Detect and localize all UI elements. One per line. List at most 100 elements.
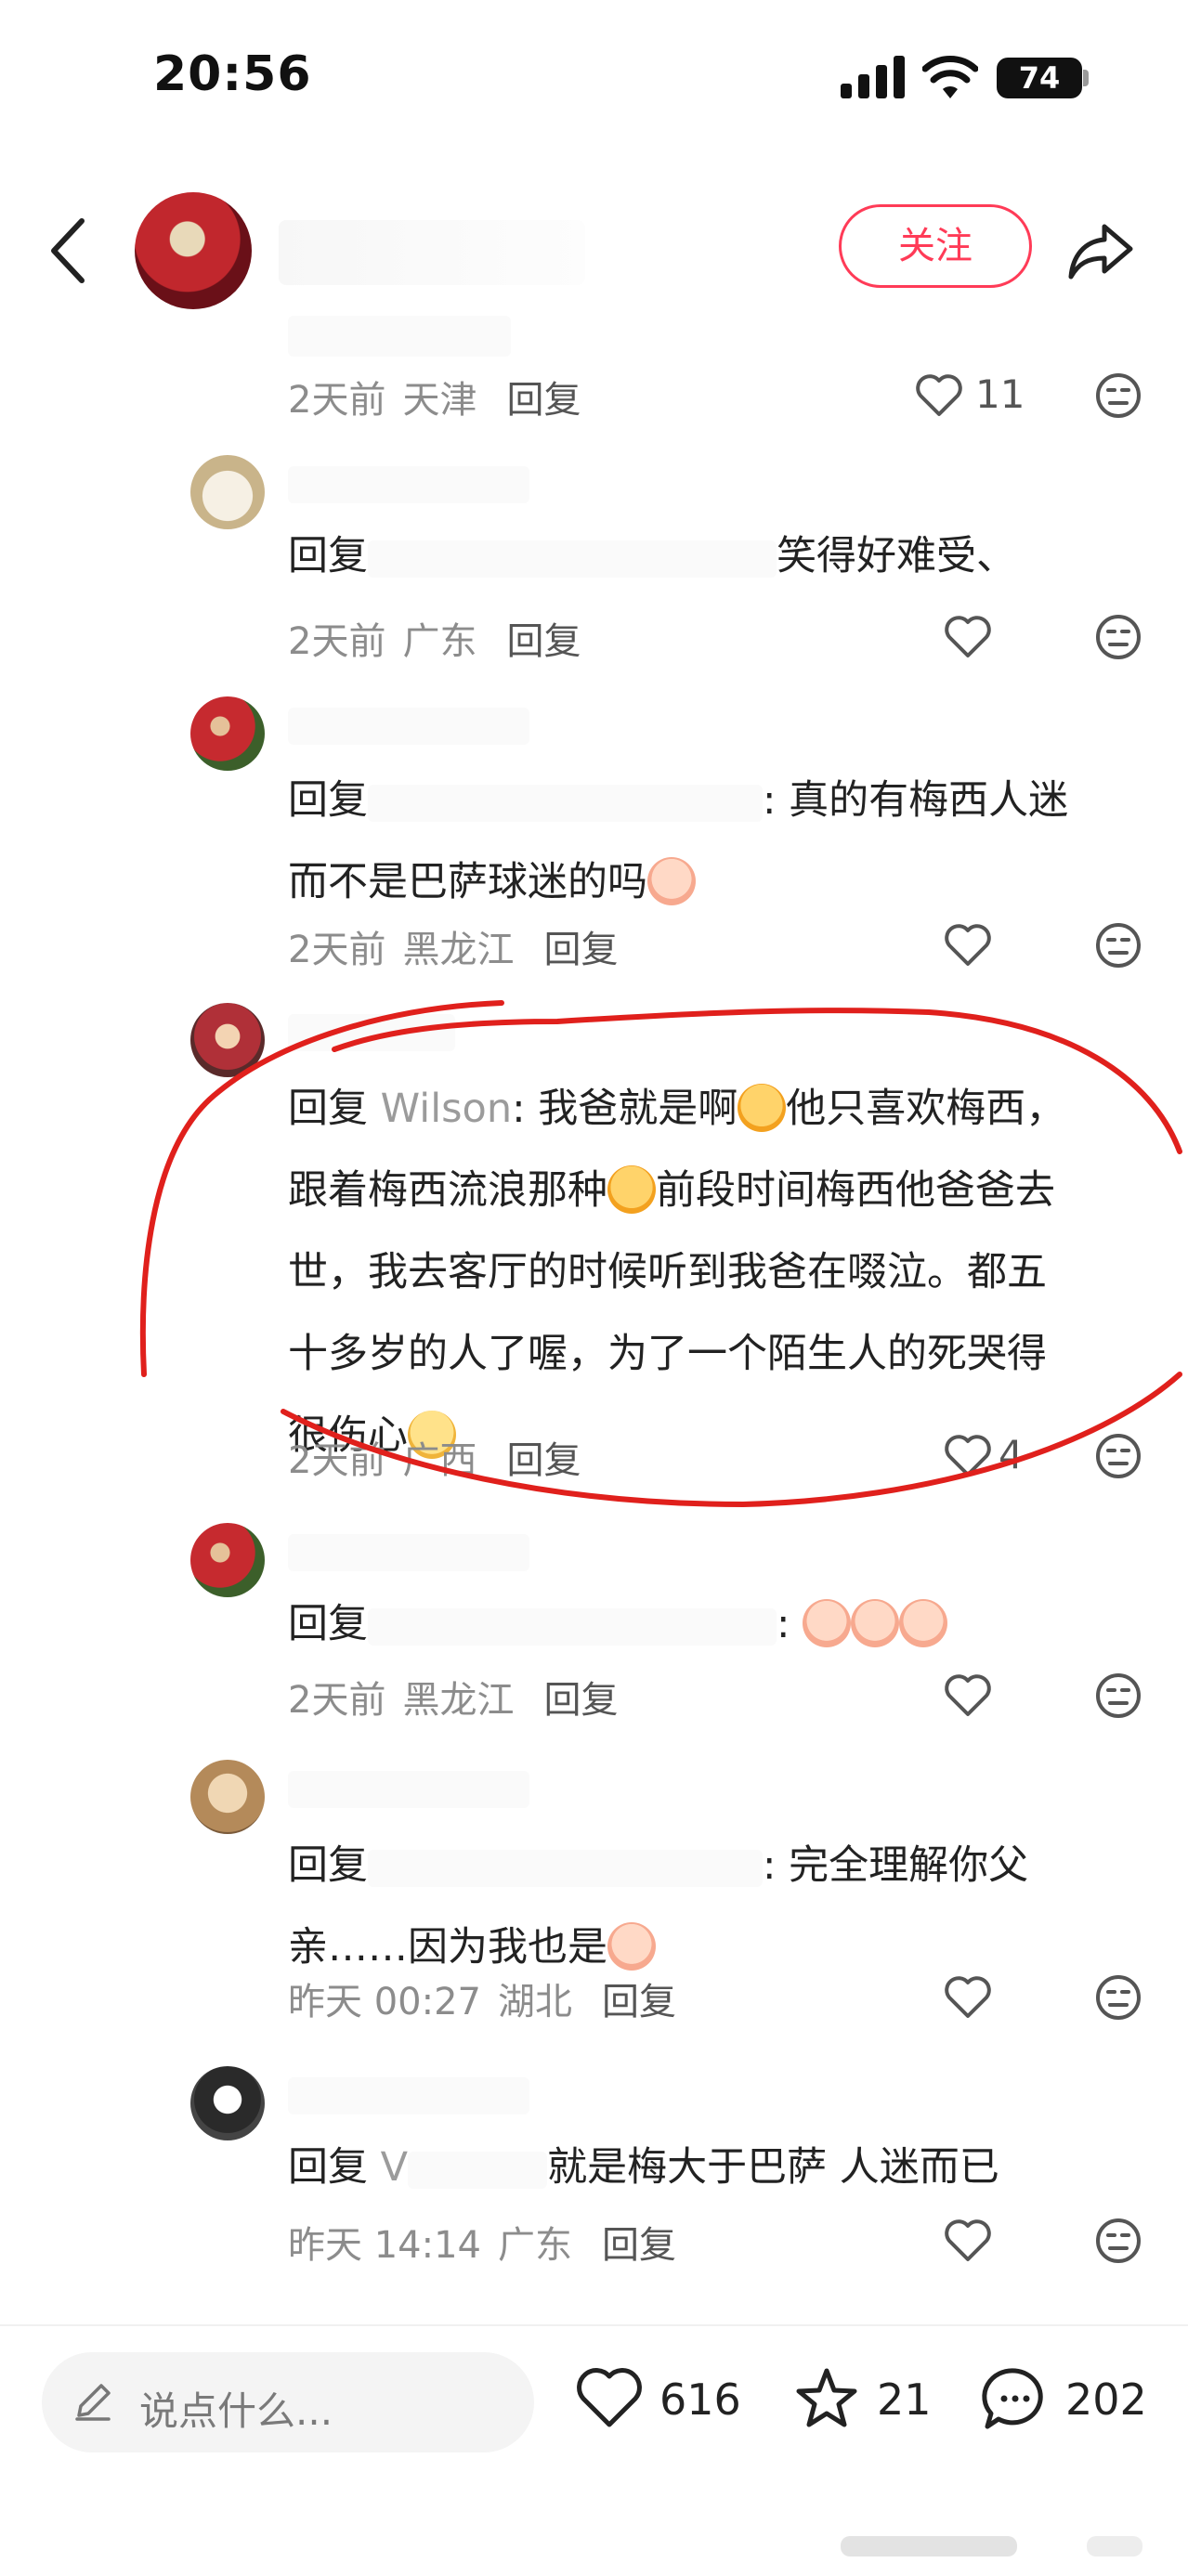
- comment-text: 回复 V 就是梅大于巴萨 人迷而已: [288, 2127, 1124, 2208]
- colon: :: [763, 1842, 790, 1889]
- reply-prefix: 回复: [288, 2144, 368, 2191]
- commenter-avatar[interactable]: [190, 455, 265, 529]
- crying-emoji-icon: [803, 1598, 852, 1647]
- comment-location: 黑龙江: [402, 1679, 515, 1722]
- reply-target-obscured: [408, 2151, 548, 2189]
- reply-prefix: 回复: [288, 777, 368, 824]
- laughing-emoji-icon: [607, 1164, 656, 1214]
- commenter-avatar[interactable]: [190, 1760, 265, 1834]
- reply-button[interactable]: 回复: [602, 2224, 676, 2267]
- battery-indicator: 74: [997, 58, 1082, 98]
- heart-icon[interactable]: [944, 2218, 992, 2263]
- heart-icon[interactable]: [944, 923, 992, 968]
- reply-button[interactable]: 回复: [506, 379, 581, 422]
- heart-icon[interactable]: [915, 373, 963, 418]
- reply-button[interactable]: 回复: [506, 1439, 581, 1482]
- star-stat[interactable]: 21: [791, 2363, 932, 2438]
- comment-body-line2a: 跟着梅西流浪那种: [288, 1167, 607, 1214]
- dislike-face-icon[interactable]: [1094, 371, 1142, 420]
- comment-meta: 2天前 黑龙江 回复: [288, 1670, 634, 1724]
- comment-item-highlighted: 回复 Wilson: 我爸就是啊 他只喜欢梅西， 跟着梅西流浪那种 前段时间梅西他爸…: [0, 1003, 1188, 1504]
- commenter-avatar[interactable]: [190, 1523, 265, 1597]
- comment-body: 完全理解你父: [789, 1842, 1029, 1889]
- comment-input-placeholder: 说点什么...: [139, 2388, 333, 2434]
- back-arrow-icon[interactable]: [45, 214, 91, 288]
- crying-emoji-icon: [607, 1921, 656, 1971]
- star-icon[interactable]: [791, 2363, 862, 2434]
- comment-meta: 2天前 广东 回复: [288, 611, 597, 665]
- reply-prefix: 回复: [288, 1842, 368, 1889]
- comment-date: 昨天 14:14: [288, 2224, 481, 2267]
- comment-input[interactable]: 说点什么...: [42, 2352, 534, 2452]
- dislike-face-icon[interactable]: [1094, 2217, 1142, 2265]
- comment-body-line3: 世，我去客厅的时候听到我爸在啜泣。都五: [288, 1249, 1047, 1295]
- comment-date: 2天前: [288, 1439, 386, 1482]
- author-avatar[interactable]: [135, 192, 252, 309]
- comment-date: 2天前: [288, 1679, 386, 1722]
- reply-target[interactable]: Wilson: [381, 1086, 512, 1132]
- bottom-divider: [0, 2324, 1188, 2326]
- home-indicator: [841, 2536, 1017, 2556]
- share-icon[interactable]: [1064, 214, 1138, 288]
- reply-target-obscured: [368, 784, 763, 822]
- like-stat[interactable]: 616: [574, 2363, 741, 2438]
- comment-body-line2: 而不是巴萨球迷的吗: [288, 859, 647, 905]
- commenter-avatar[interactable]: [190, 1003, 265, 1077]
- comment-body-line4: 十多岁的人了喔，为了一个陌生人的死哭得: [288, 1331, 1047, 1377]
- commenter-name-obscured[interactable]: [288, 708, 529, 745]
- comment-date: 2天前: [288, 379, 386, 422]
- reply-button[interactable]: 回复: [506, 620, 581, 663]
- heart-icon[interactable]: [574, 2363, 645, 2434]
- commenter-name-obscured[interactable]: [288, 1534, 529, 1571]
- dislike-face-icon[interactable]: [1094, 1973, 1142, 2022]
- laughing-emoji-icon: [738, 1083, 787, 1132]
- comment-item: 回复 V 就是梅大于巴萨 人迷而已 昨天 14:14 广东 回复: [0, 2066, 1188, 2289]
- heart-icon[interactable]: [944, 1434, 992, 1478]
- heart-icon[interactable]: [944, 1975, 992, 2020]
- commenter-name-obscured[interactable]: [288, 1771, 529, 1808]
- commenter-name-obscured[interactable]: [288, 2077, 529, 2114]
- comment-item: 回复: 完全理解你父 亲……因为我也是 昨天 00:27 湖北 回复: [0, 1760, 1188, 2038]
- commenter-name-obscured[interactable]: [288, 1014, 455, 1051]
- reply-prefix: 回复: [288, 1086, 368, 1132]
- follow-button[interactable]: 关注: [839, 204, 1032, 288]
- comment-total: 202: [1065, 2374, 1147, 2425]
- status-bar: 20:56 74: [0, 0, 1188, 163]
- comment-item: 回复 笑得好难受、 2天前 广东 回复: [0, 455, 1188, 669]
- comment-stat[interactable]: 202: [980, 2363, 1166, 2438]
- colon: :: [777, 1601, 803, 1647]
- comment-date: 昨天 00:27: [288, 1981, 481, 2023]
- commenter-name-obscured[interactable]: [288, 466, 529, 503]
- reply-button[interactable]: 回复: [602, 1981, 676, 2023]
- dislike-face-icon[interactable]: [1094, 613, 1142, 661]
- heart-icon[interactable]: [944, 1673, 992, 1718]
- crying-emoji-icon: [851, 1598, 900, 1647]
- comment-item: 2天前 天津 回复 11: [0, 297, 1188, 436]
- comment-text: 回复: 真的有梅西人迷 而不是巴萨球迷的吗: [288, 760, 1124, 923]
- dislike-face-icon[interactable]: [1094, 921, 1142, 969]
- colon: :: [512, 1086, 539, 1132]
- comment-bubble-icon[interactable]: [980, 2363, 1051, 2434]
- comment-text: 回复 Wilson: 我爸就是啊 他只喜欢梅西， 跟着梅西流浪那种 前段时间梅西他爸…: [288, 1068, 1124, 1477]
- reply-prefix: 回复: [288, 533, 368, 579]
- reply-button[interactable]: 回复: [543, 929, 618, 971]
- comment-body-line2: 亲……因为我也是: [288, 1924, 607, 1971]
- comment-date: 2天前: [288, 929, 386, 971]
- dislike-face-icon[interactable]: [1094, 1672, 1142, 1720]
- commenter-avatar[interactable]: [190, 2066, 265, 2140]
- author-name-obscured[interactable]: [279, 220, 585, 285]
- crying-emoji-icon: [899, 1598, 948, 1647]
- comment-item: 回复: 2天前 黑龙江 回复: [0, 1523, 1188, 1737]
- commenter-avatar[interactable]: [190, 696, 265, 771]
- comment-item: 回复: 真的有梅西人迷 而不是巴萨球迷的吗 2天前 黑龙江 回复: [0, 696, 1188, 984]
- comment-text-obscured: [288, 316, 511, 357]
- reply-target[interactable]: V: [381, 2144, 408, 2191]
- heart-icon[interactable]: [944, 615, 992, 659]
- pencil-icon: [75, 2384, 111, 2421]
- comment-text: 回复: 完全理解你父 亲……因为我也是: [288, 1825, 1124, 1988]
- comment-body: 笑得好难受、: [777, 533, 1016, 579]
- comment-text: 回复 笑得好难受、: [288, 515, 1124, 597]
- dislike-face-icon[interactable]: [1094, 1432, 1142, 1480]
- comment-meta: 2天前 黑龙江 回复: [288, 919, 634, 973]
- reply-button[interactable]: 回复: [543, 1679, 618, 1722]
